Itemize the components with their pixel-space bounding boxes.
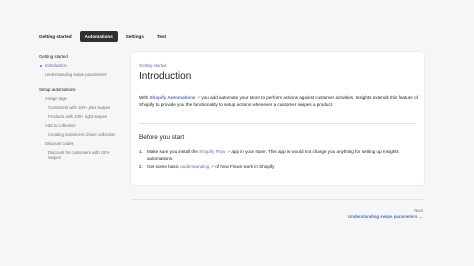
sidebar-item-creating-collection[interactable]: Creating customers chiore collection <box>39 130 119 139</box>
shopify-flow-link[interactable]: Shopify Flow <box>199 149 225 154</box>
step-number: 1. <box>139 149 143 154</box>
shopify-automations-link[interactable]: Shopify Automations <box>149 95 195 100</box>
tab-getting-started[interactable]: Getting started <box>34 31 77 42</box>
step-rest: of how Flows work in Shopify <box>215 164 275 170</box>
tab-test[interactable]: Test <box>152 31 171 42</box>
divider <box>139 123 416 124</box>
tab-settings[interactable]: Settings <box>121 31 149 42</box>
sidebar-item-discount-for-customers[interactable]: Discount for customers with 100+ swipes <box>39 148 119 162</box>
breadcrumb[interactable]: Getting started <box>139 63 166 68</box>
sidebar-item-add-to-collection[interactable]: Add to collection <box>39 121 119 130</box>
external-link-icon: ↗ <box>196 95 201 100</box>
sidebar-item-introduction[interactable]: Introduction <box>39 61 119 70</box>
page-title: Introduction <box>139 71 192 82</box>
step-prefix: Make sure you install the <box>147 149 198 154</box>
next-label: Next <box>414 208 423 213</box>
sidebar-item-understanding-swipe-parameters[interactable]: Understanding swipe parameters <box>39 70 119 79</box>
next-page-link[interactable]: Understanding swipe parameters → <box>348 214 423 219</box>
sidebar-nav: Getting started Introduction Understandi… <box>39 52 119 162</box>
sidebar-item-customers-with-swipes[interactable]: Customers with 100+ plus swipes <box>39 103 119 112</box>
step-text: Get some basic understanding ↗ of how Fl… <box>147 164 274 171</box>
content-card: Getting started Introduction With Shopif… <box>131 52 424 185</box>
footer-divider <box>131 199 424 200</box>
step-text: Make sure you install the Shopify Flow ↗… <box>147 149 419 162</box>
intro-prefix: With <box>139 95 149 100</box>
tab-automations[interactable]: Automations <box>79 31 118 42</box>
step-prefix: Get some basic <box>147 164 179 170</box>
steps-list: 1. Make sure you install the Shopify Flo… <box>139 149 419 173</box>
step-number: 2. <box>139 164 143 170</box>
external-link-icon: ↗ <box>226 149 231 154</box>
list-item: 1. Make sure you install the Shopify Flo… <box>139 149 419 162</box>
external-link-icon: ↗ <box>210 164 214 170</box>
list-item: 2. Get some basic understanding ↗ of how… <box>139 164 419 171</box>
understanding-link[interactable]: understanding <box>180 164 209 169</box>
top-tabs: Getting started Automations Settings Tes… <box>34 30 174 43</box>
sidebar-item-discount-codes[interactable]: Discount codes <box>39 139 119 148</box>
intro-paragraph: With Shopify Automations ↗ you add autom… <box>139 94 419 108</box>
sidebar-heading-getting-started: Getting started <box>39 54 68 59</box>
section-title: Before you start <box>139 134 185 141</box>
sidebar-heading-setup-automations: Setup automations <box>39 87 76 92</box>
sidebar-item-products-with-swipes[interactable]: Products with 100+ right swipes <box>39 112 119 121</box>
sidebar-item-assign-tags[interactable]: Assign tags <box>39 94 119 103</box>
